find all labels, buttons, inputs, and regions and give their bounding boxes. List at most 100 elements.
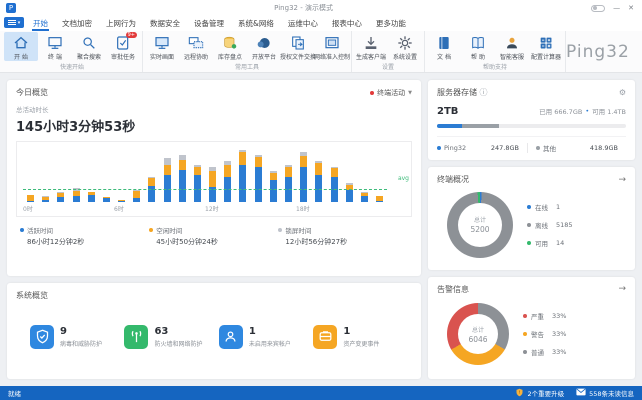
tile-label: 资产变更事件 <box>343 339 379 348</box>
activity-filter-dropdown[interactable]: 终端活动 ▼ <box>370 88 412 98</box>
donut-legend-item: 严重33% <box>523 311 566 321</box>
ribbon-button-label: 库存盘点 <box>218 52 242 61</box>
open-terminal-overview-arrow[interactable]: → <box>618 175 626 185</box>
badge-icon: ! <box>515 388 524 399</box>
menu-item-4[interactable]: 设备管理 <box>187 16 231 31</box>
bar-hour-6 <box>114 146 129 202</box>
settings-gear-icon[interactable]: ⚙ <box>619 88 626 97</box>
system-tile[interactable]: 1 资产变更事件 <box>313 325 398 349</box>
ribbon-toolbar: 开 始终 端聚合搜索审批任务9+快速开始实时画面远程协助库存盘点开放平台授权文件… <box>0 31 642 73</box>
legend-value: 33% <box>552 312 566 320</box>
menu-item-1[interactable]: 文档加密 <box>55 16 99 31</box>
statusbar-item[interactable]: !2个重要升级 <box>515 388 564 399</box>
ribbon-button-platform[interactable]: 开放平台 <box>247 32 281 61</box>
ribbon-group-label: 设置 <box>354 61 422 72</box>
info-icon[interactable]: ⓘ <box>480 88 488 97</box>
legend-dot-icon <box>523 314 527 318</box>
legend-dot-icon <box>527 223 531 227</box>
legend-value: 33% <box>552 348 566 356</box>
shield-icon <box>30 325 54 349</box>
legend-dot-icon <box>523 350 527 354</box>
x-tick-label: 18时 <box>296 204 310 213</box>
filter-label: 终端活动 <box>377 88 405 98</box>
legend-label: 可用 <box>535 238 548 248</box>
segment-value: 418.9GB <box>590 144 626 152</box>
ribbon-button-screen[interactable]: 实时画面 <box>145 32 179 61</box>
legend-label: 普通 <box>531 347 544 357</box>
filter-dot-icon <box>370 91 374 95</box>
ribbon-button-terminal[interactable]: 终 端 <box>38 32 72 61</box>
ribbon-button-db[interactable]: 库存盘点 <box>213 32 247 61</box>
terminal-overview-title: 终端概况 <box>437 174 469 185</box>
ribbon-button-label: 开 始 <box>14 52 28 61</box>
menu-item-6[interactable]: 运维中心 <box>281 16 325 31</box>
app-icon: P <box>6 3 16 13</box>
menu-bar: ▾ 开始文档加密上网行为数据安全设备管理系统&网络运维中心报表中心更多功能 <box>0 16 642 31</box>
statusbar-item-label: 558条未读信息 <box>589 388 634 398</box>
bar-hour-15 <box>251 146 266 202</box>
menu-item-7[interactable]: 报表中心 <box>325 16 369 31</box>
ribbon-group: 生成客户端系统设置设置 <box>352 31 425 72</box>
ribbon-button-doc[interactable]: 文 档 <box>427 32 461 61</box>
statusbar-item[interactable]: 558条未读信息 <box>576 388 634 399</box>
ribbon-button-calc[interactable]: 配置计算器 <box>529 32 563 61</box>
menu-item-3[interactable]: 数据安全 <box>143 16 187 31</box>
menu-item-5[interactable]: 系统&网络 <box>231 16 281 31</box>
tile-value: 1 <box>249 326 291 337</box>
storage-progress-bar <box>437 124 626 128</box>
menu-item-2[interactable]: 上网行为 <box>99 16 143 31</box>
bar-hour-21 <box>342 146 357 202</box>
ribbon-button-label: 系统设置 <box>393 52 417 61</box>
ribbon-button-search[interactable]: 聚合搜索 <box>72 32 106 61</box>
ribbon-button-tasks[interactable]: 审批任务9+ <box>106 32 140 61</box>
bar-hour-5 <box>99 146 114 202</box>
ribbon-button-nac[interactable]: 网络准入控制 <box>315 32 349 61</box>
legend-value: 86小时12分钟2秒 <box>20 237 149 247</box>
menu-item-8[interactable]: 更多功能 <box>369 16 413 31</box>
terminal-icon <box>47 34 64 51</box>
separator-dot-icon: • <box>585 107 589 115</box>
x-tick-label: 6时 <box>114 204 124 213</box>
ribbon-button-remote[interactable]: 远程协助 <box>179 32 213 61</box>
bar-hour-7 <box>129 146 144 202</box>
legend-value: 14 <box>556 239 564 247</box>
storage-segment-其他: 其他418.9GB <box>536 143 626 153</box>
ribbon-button-gear[interactable]: 系统设置 <box>388 32 422 61</box>
bar-hour-0 <box>23 146 38 202</box>
notification-badge: 9+ <box>126 32 137 38</box>
file-menu-button[interactable]: ▾ <box>4 17 24 28</box>
minimize-button[interactable]: — <box>613 5 620 12</box>
legend-value: 1 <box>556 203 560 211</box>
asset-icon <box>313 325 337 349</box>
system-tile[interactable]: 63防火墙和网络防护 <box>124 325 209 349</box>
ribbon-button-agent[interactable]: 智能客服 <box>495 32 529 61</box>
tile-value: 1 <box>343 326 379 337</box>
ribbon-button-help[interactable]: 帮 助 <box>461 32 495 61</box>
legend-value: 12小时56分钟27秒 <box>278 237 407 247</box>
storage-usage-summary: 已用 666.7GB • 可用 1.4TB <box>539 106 626 116</box>
legend-label: 离线 <box>535 220 548 230</box>
ribbon-group: 开 始终 端聚合搜索审批任务9+快速开始 <box>2 31 143 72</box>
ribbon-button-label: 远程协助 <box>184 52 208 61</box>
ribbon-button-home[interactable]: 开 始 <box>4 32 38 61</box>
legend-label: 在线 <box>535 202 548 212</box>
terminal-donut-chart: 总计 5200 <box>447 192 513 258</box>
files-icon <box>290 34 307 51</box>
menu-item-0[interactable]: 开始 <box>26 16 55 31</box>
ribbon-button-download[interactable]: 生成客户端 <box>354 32 388 61</box>
home-icon <box>13 34 30 51</box>
open-alerts-arrow[interactable]: → <box>618 284 626 294</box>
platform-icon <box>256 34 273 51</box>
bar-hour-12 <box>205 146 220 202</box>
system-tile[interactable]: 1未启用来宾帐户 <box>219 325 304 349</box>
legend-label: 活跃时间 <box>27 225 53 235</box>
close-button[interactable]: ✕ <box>628 5 634 12</box>
system-tile[interactable]: 9病毒和威胁防护 <box>30 325 115 349</box>
ribbon-button-label: 配置计算器 <box>531 52 561 61</box>
main-content: 今日概览 终端活动 ▼ 总活动时长 145小时3分钟53秒 avg 0时6时12… <box>0 73 642 386</box>
theme-toggle[interactable] <box>591 5 605 12</box>
ribbon-button-files[interactable]: 授权文件交换 <box>281 32 315 61</box>
x-tick-label: 0时 <box>23 204 33 213</box>
legend-label: 锁屏时间 <box>285 225 311 235</box>
ribbon-button-label: 网络准入控制 <box>314 52 350 61</box>
